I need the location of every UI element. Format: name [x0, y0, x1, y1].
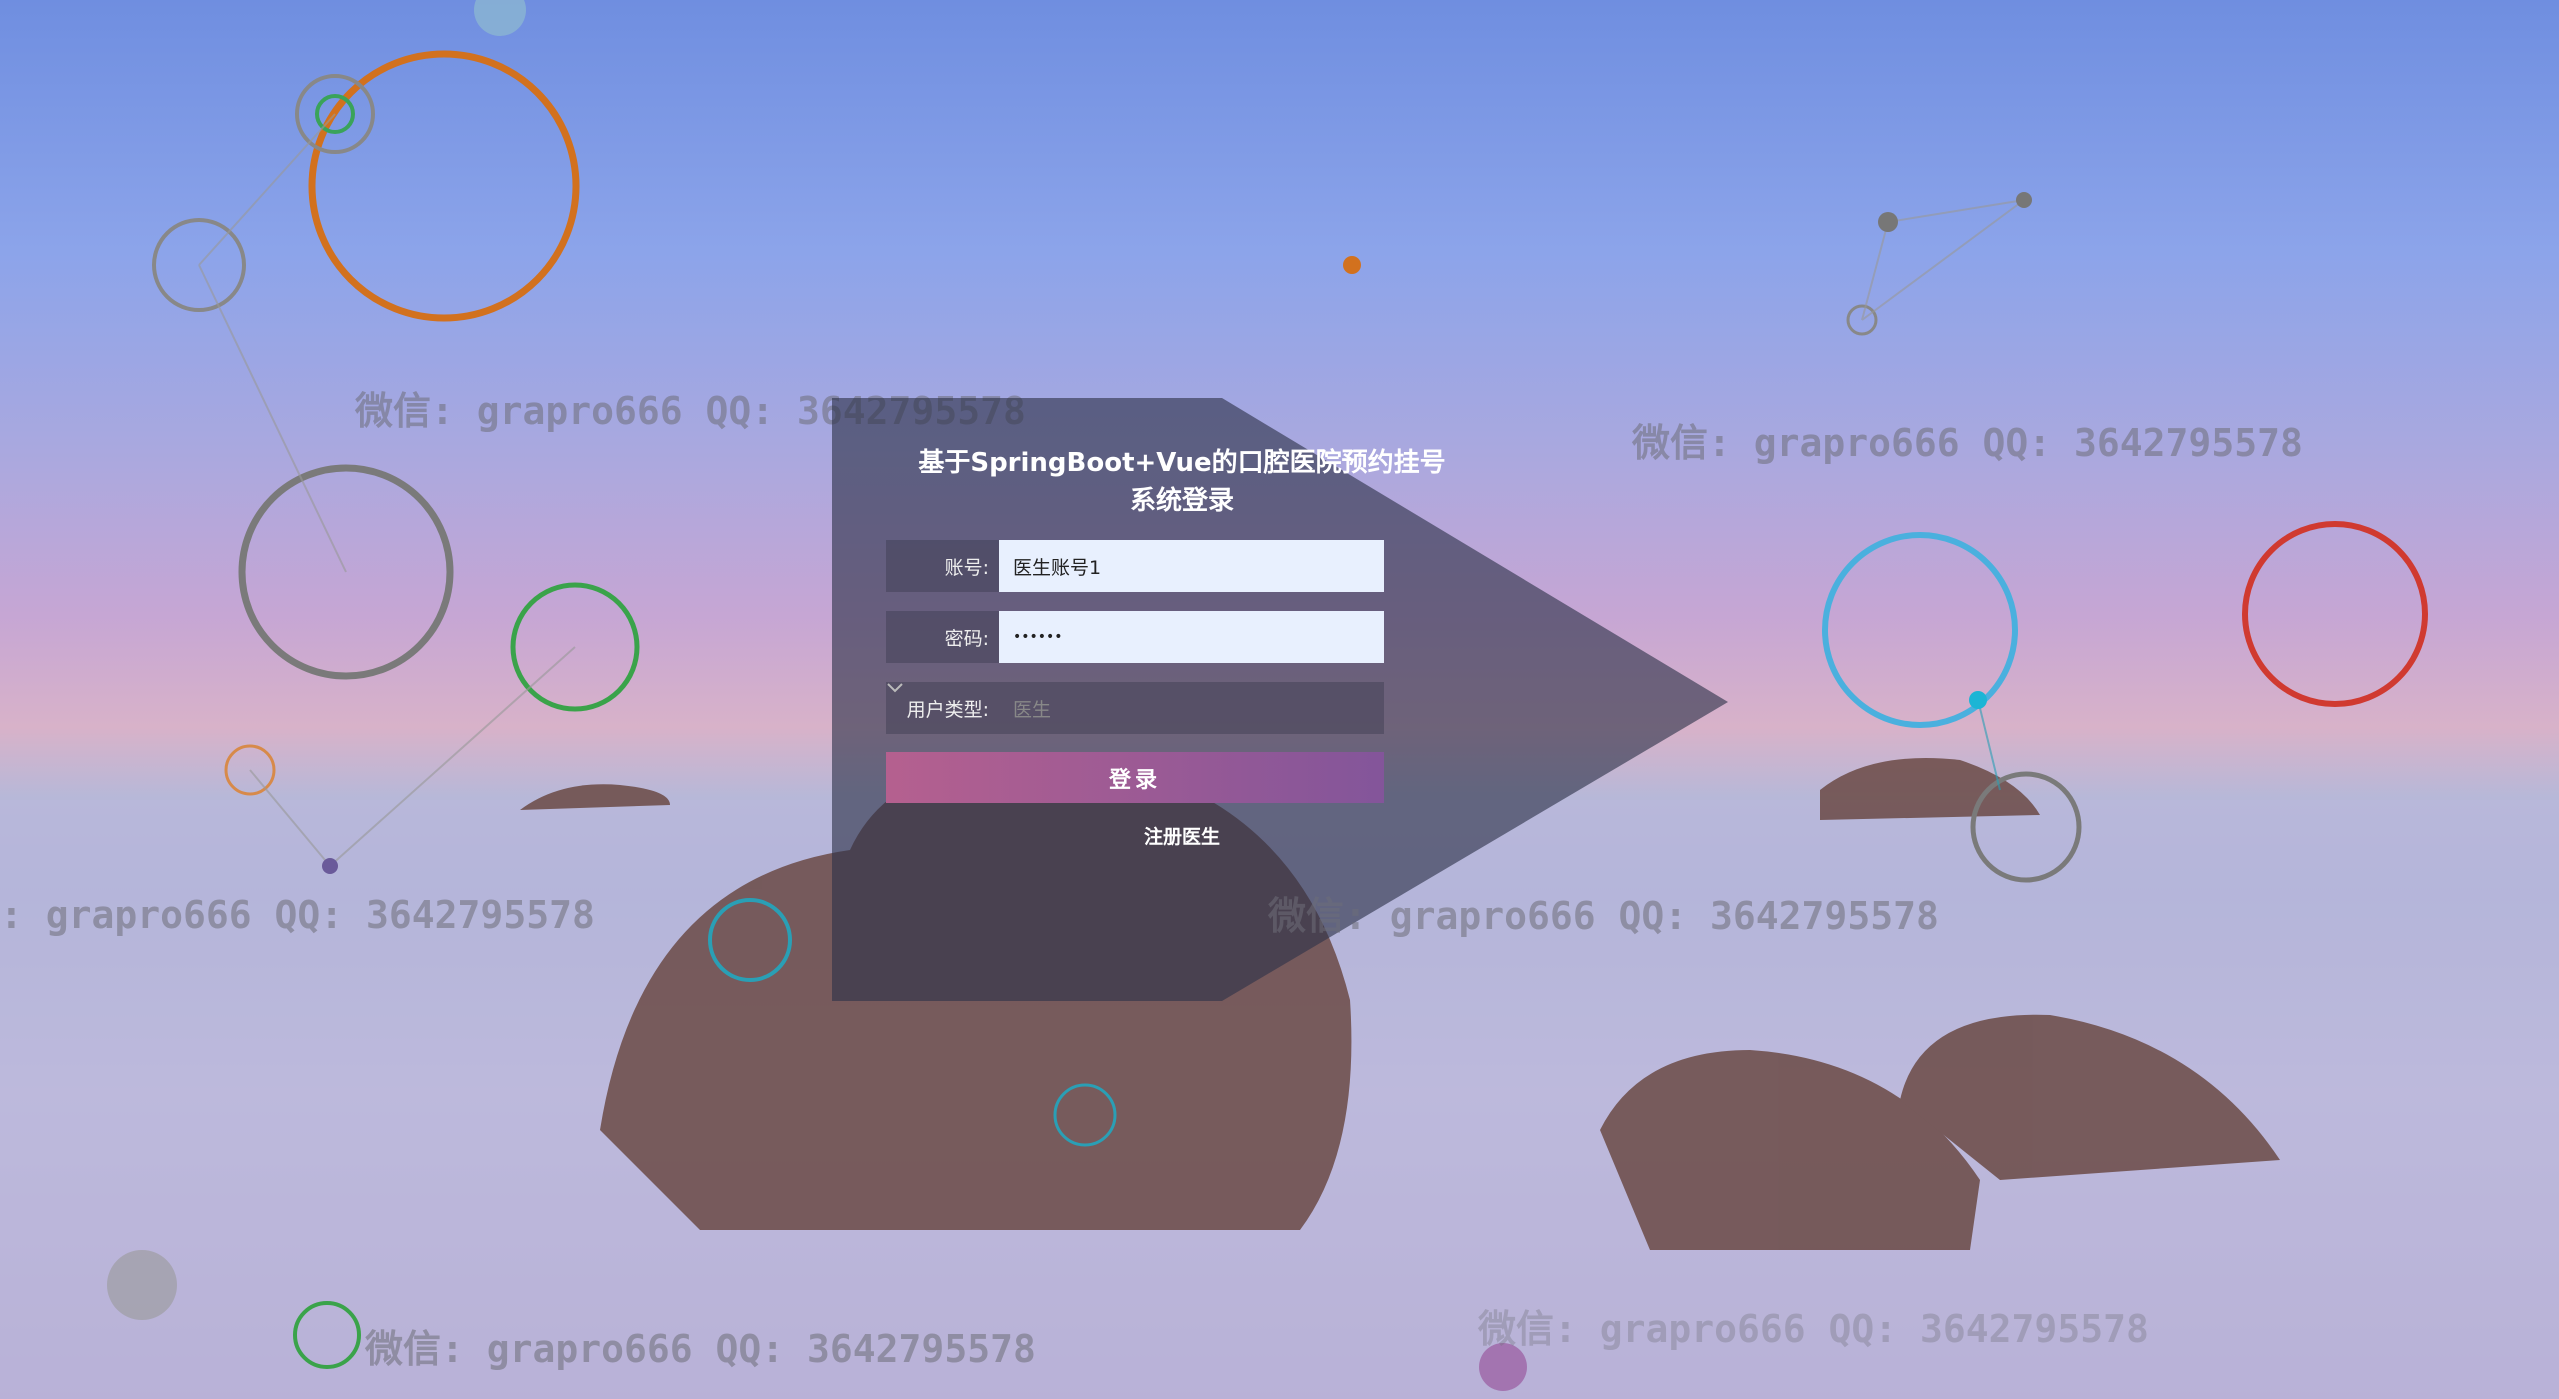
title-line-1: 基于SpringBoot+Vue的口腔医院预约挂号 [918, 448, 1446, 478]
watermark: 微信: grapro666 QQ: 3642795578 [1632, 421, 2303, 465]
account-input[interactable]: 医生账号1 [999, 540, 1384, 592]
password-input[interactable]: •••••• [999, 611, 1384, 663]
account-row: 账号: 医生账号1 [886, 540, 1384, 592]
watermark: : grapro666 QQ: 3642795578 [0, 893, 595, 937]
watermark: 微信: grapro666 QQ: 3642795578 [1268, 894, 1939, 938]
chevron-down-icon [887, 683, 903, 693]
usertype-value: 医生 [1013, 698, 1052, 721]
watermark: 微信: grapro666 QQ: 3642795578 [1478, 1307, 2149, 1351]
usertype-select[interactable]: 医生 [887, 682, 1384, 734]
password-row: 密码: •••••• [886, 611, 1384, 663]
watermark: 微信: grapro666 QQ: 3642795578 [365, 1327, 1036, 1371]
account-label: 账号: [944, 556, 989, 579]
password-label: 密码: [944, 627, 989, 650]
login-button[interactable]: 登录 [886, 752, 1384, 803]
title-line-2: 系统登录 [1129, 486, 1234, 516]
usertype-row: 用户类型: 医生 [886, 682, 1384, 734]
page-title: 基于SpringBoot+Vue的口腔医院预约挂号 系统登录 [832, 444, 1532, 520]
register-doctor-link[interactable]: 注册医生 [1144, 826, 1220, 848]
